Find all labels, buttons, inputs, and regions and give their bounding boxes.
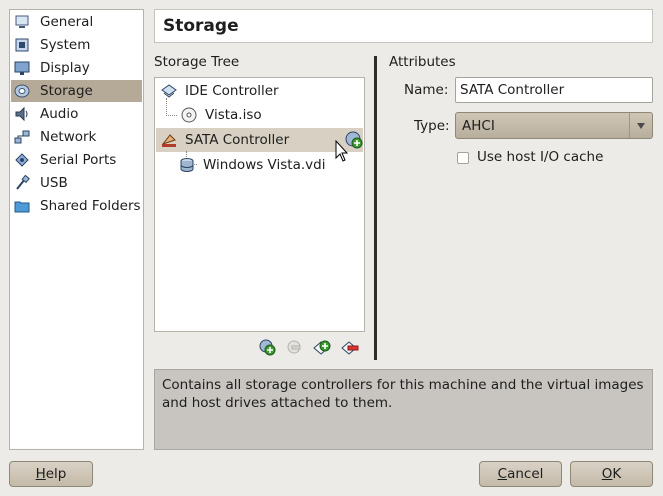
- sidebar-item-label: Network: [40, 129, 97, 145]
- ok-label: K: [612, 466, 622, 482]
- sidebar-item-display[interactable]: Display: [11, 57, 142, 79]
- tree-item-label: SATA Controller: [185, 132, 290, 148]
- storage-tree[interactable]: IDE Controller Vista.iso SATA Controller…: [154, 77, 365, 332]
- system-icon: [14, 37, 30, 53]
- tree-item-sata-controller[interactable]: SATA Controller: [156, 128, 363, 152]
- display-icon: [14, 60, 30, 76]
- sidebar-item-label: General: [40, 14, 94, 30]
- host-io-cache-checkbox[interactable]: [457, 152, 469, 164]
- sidebar-item-system[interactable]: System: [11, 34, 142, 56]
- add-attachment-button[interactable]: [313, 338, 331, 356]
- sidebar-item-storage[interactable]: Storage: [11, 80, 142, 102]
- panel-splitter[interactable]: [374, 56, 377, 360]
- serial-ports-icon: [14, 152, 30, 168]
- storage-tree-label: Storage Tree: [154, 54, 240, 70]
- name-field[interactable]: SATA Controller: [455, 77, 653, 103]
- shared-folders-icon: [14, 198, 30, 214]
- tree-item-label: Vista.iso: [205, 107, 262, 123]
- name-label: Name:: [404, 82, 449, 98]
- network-icon: [14, 129, 30, 145]
- mouse-cursor-icon: [335, 139, 349, 164]
- general-icon: [14, 14, 30, 30]
- sidebar-item-label: USB: [40, 175, 68, 191]
- ok-mnemonic: O: [601, 466, 613, 482]
- chevron-down-icon: [629, 113, 652, 138]
- sidebar-item-network[interactable]: Network: [11, 126, 142, 148]
- tree-item-vista-iso[interactable]: Vista.iso: [156, 103, 363, 127]
- settings-category-list[interactable]: General System Display Storage Audio Net…: [9, 9, 144, 450]
- sidebar-item-serial-ports[interactable]: Serial Ports: [11, 149, 142, 171]
- storage-icon: [14, 83, 30, 99]
- description-text: Contains all storage controllers for thi…: [162, 377, 644, 411]
- sidebar-item-label: Serial Ports: [40, 152, 117, 168]
- host-io-cache-label: Use host I/O cache: [477, 149, 604, 165]
- cancel-label: ancel: [507, 466, 544, 482]
- remove-controller-button[interactable]: [341, 338, 359, 356]
- tree-item-label: IDE Controller: [185, 83, 279, 99]
- cancel-mnemonic: C: [497, 466, 508, 482]
- remove-attachment-button[interactable]: [286, 338, 304, 356]
- help-button[interactable]: Help: [9, 461, 93, 487]
- type-label: Type:: [414, 118, 450, 134]
- sidebar-item-general[interactable]: General: [11, 11, 142, 33]
- type-select-value: AHCI: [462, 118, 495, 134]
- sidebar-item-label: System: [40, 37, 91, 53]
- audio-icon: [14, 106, 30, 122]
- help-mnemonic: H: [35, 466, 46, 482]
- usb-icon: [14, 174, 30, 191]
- tree-item-ide-controller[interactable]: IDE Controller: [156, 79, 363, 103]
- sata-controller-icon: [161, 132, 177, 148]
- tree-item-label: Windows Vista.vdi: [203, 157, 326, 173]
- sidebar-item-label: Shared Folders: [40, 198, 141, 214]
- hard-disk-icon: [179, 157, 195, 173]
- sidebar-item-shared-folders[interactable]: Shared Folders: [11, 195, 142, 217]
- name-field-value: SATA Controller: [460, 82, 565, 98]
- sidebar-item-label: Storage: [40, 83, 93, 99]
- page-title: Storage: [163, 16, 239, 36]
- ok-button[interactable]: OK: [570, 461, 653, 487]
- description-panel: Contains all storage controllers for thi…: [154, 369, 653, 450]
- tree-item-windows-vista-vdi[interactable]: Windows Vista.vdi: [156, 153, 363, 177]
- ide-controller-icon: [161, 83, 177, 99]
- sidebar-item-label: Audio: [40, 106, 79, 122]
- sidebar-item-audio[interactable]: Audio: [11, 103, 142, 125]
- attributes-label: Attributes: [389, 54, 456, 70]
- add-controller-button[interactable]: [258, 338, 276, 356]
- sidebar-item-label: Display: [40, 60, 90, 76]
- cd-icon: [181, 107, 197, 123]
- sidebar-item-usb[interactable]: USB: [11, 172, 142, 194]
- help-label: elp: [45, 466, 67, 482]
- type-select[interactable]: AHCI: [455, 112, 653, 139]
- cancel-button[interactable]: Cancel: [479, 461, 562, 487]
- page-header: Storage: [154, 9, 653, 43]
